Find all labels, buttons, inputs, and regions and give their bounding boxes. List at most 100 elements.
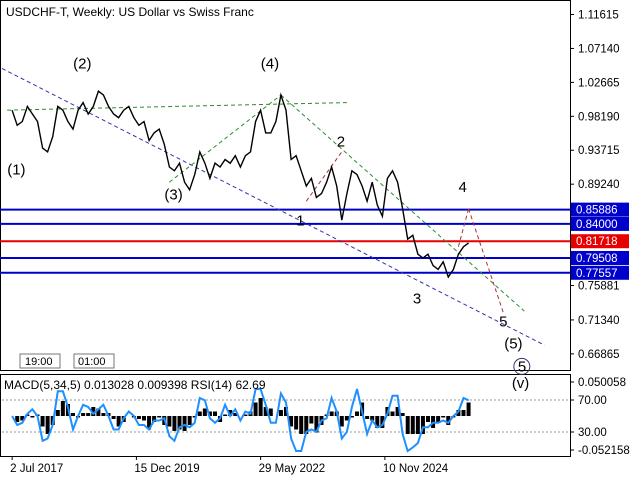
price-line bbox=[11, 90, 470, 279]
macd-bar bbox=[339, 416, 344, 427]
macd-bar bbox=[55, 410, 60, 416]
macd-bar bbox=[187, 416, 192, 425]
macd-bar bbox=[172, 416, 177, 431]
y-tick-label: 0.93715 bbox=[578, 145, 620, 157]
macd-bar bbox=[45, 416, 50, 434]
macd-bar bbox=[344, 416, 349, 421]
wave-label-red: 1 bbox=[296, 212, 304, 229]
x-tick-label: 2 Jul 2017 bbox=[10, 463, 63, 475]
macd-bar bbox=[299, 416, 304, 434]
macd-bar bbox=[142, 416, 146, 421]
macd-bar bbox=[441, 416, 446, 418]
y-tick-label: 0.71340 bbox=[578, 315, 620, 327]
price-level-tag: 0.84000 bbox=[571, 216, 629, 231]
wave-label-red: 5 bbox=[499, 313, 507, 330]
macd-bar bbox=[60, 401, 65, 416]
price-level-tag: 0.77557 bbox=[571, 265, 629, 280]
channel-line-lower[interactable] bbox=[1, 68, 545, 346]
macd-bar bbox=[405, 416, 410, 434]
macd-bar bbox=[253, 402, 258, 416]
wave-label-red: 4 bbox=[459, 179, 467, 196]
timeframe-label: Weekly: bbox=[73, 5, 115, 19]
x-tick-label: 15 Dec 2019 bbox=[134, 463, 199, 475]
svg-text:19:00: 19:00 bbox=[25, 356, 53, 368]
price-level-tag: 0.79508 bbox=[571, 250, 629, 265]
macd-bar bbox=[309, 416, 314, 424]
macd-bar bbox=[355, 411, 359, 416]
macd-bar bbox=[390, 411, 395, 416]
price-series-layer bbox=[11, 90, 470, 279]
y-tick-label: 1.07140 bbox=[578, 43, 620, 55]
svg-text:0.84000: 0.84000 bbox=[576, 219, 618, 231]
price-levels-layer bbox=[0, 208, 570, 274]
macd-bar bbox=[167, 416, 172, 427]
macd-bar bbox=[329, 411, 334, 416]
macd-tick-label: 30.00 bbox=[578, 427, 607, 439]
y-tick-label: 0.98190 bbox=[578, 111, 620, 123]
wave-projection-green[interactable] bbox=[280, 94, 525, 312]
svg-text:0.85886: 0.85886 bbox=[576, 205, 618, 217]
macd-tick-label: 0.050058 bbox=[578, 377, 626, 389]
macd-bar bbox=[365, 416, 370, 419]
svg-text:0.77557: 0.77557 bbox=[576, 268, 618, 280]
trend-lines-layer bbox=[1, 68, 545, 346]
x-tick-label: 29 May 2022 bbox=[259, 463, 326, 475]
macd-bar bbox=[278, 410, 283, 416]
wave-label-green: (3) bbox=[164, 187, 182, 204]
macd-bar bbox=[71, 413, 75, 416]
macd-bar bbox=[426, 416, 430, 422]
chart-header: USDCHF-T, Weekly: US Dollar vs Swiss Fra… bbox=[6, 5, 254, 19]
macd-bar bbox=[101, 413, 106, 416]
symbol-label: USDCHF-T bbox=[6, 5, 68, 19]
macd-bar bbox=[258, 398, 263, 416]
macd-bar bbox=[111, 416, 116, 419]
wave-label-red: 2 bbox=[337, 134, 345, 151]
y-axis: 1.11615 1.07140 1.02665 0.98190 0.93715 0.892… bbox=[570, 10, 620, 361]
x-tick-label: 10 Nov 2024 bbox=[383, 463, 449, 475]
price-level-tag: 0.85886 bbox=[571, 202, 629, 217]
price-tags-layer: 0.85886 0.84000 0.81718 0.79508 0.77557 bbox=[571, 202, 629, 280]
price-level-tag: 0.81718 bbox=[571, 234, 629, 249]
macd-bar bbox=[294, 416, 299, 430]
macd-tick-label: -0.052158 bbox=[578, 445, 630, 457]
macd-rsi-label: MACD(5,34,5) 0.013028 0.009398 RSI(14) 6… bbox=[4, 378, 266, 392]
macd-bar bbox=[202, 408, 207, 416]
macd-bar bbox=[157, 416, 162, 418]
y-tick-label: 1.11615 bbox=[578, 10, 619, 22]
macd-bar bbox=[81, 413, 86, 416]
wave-label-green: (5) bbox=[504, 335, 522, 352]
wave-label-red: 3 bbox=[413, 291, 421, 308]
x-axis: 2 Jul 2017 15 Dec 2019 29 May 2022 10 Nov 2… bbox=[10, 456, 449, 475]
macd-bar bbox=[136, 416, 141, 419]
macd-bar bbox=[40, 416, 45, 427]
chart-canvas: USDCHF-T, Weekly: US Dollar vs Swiss Fra… bbox=[0, 0, 630, 475]
wave-projection-red[interactable] bbox=[305, 151, 343, 202]
y-tick-label: 1.02665 bbox=[578, 77, 620, 89]
macd-bar bbox=[400, 413, 405, 416]
time-button-19[interactable]: 19:00 bbox=[19, 353, 61, 369]
svg-text:01:00: 01:00 bbox=[78, 356, 106, 368]
macd-bar bbox=[86, 413, 91, 416]
macd-bar bbox=[223, 414, 228, 416]
macd-bar bbox=[30, 416, 35, 418]
time-button-01[interactable]: 01:00 bbox=[73, 353, 115, 369]
macd-bar bbox=[415, 416, 420, 434]
wave-projection-green[interactable] bbox=[169, 94, 282, 183]
wave-label-green: (1) bbox=[7, 162, 25, 179]
macd-bar bbox=[410, 416, 415, 434]
macd-bar bbox=[466, 402, 471, 416]
y-tick-label: 0.66865 bbox=[578, 349, 620, 361]
wave-label-final: (v) bbox=[512, 375, 529, 392]
svg-text:0.79508: 0.79508 bbox=[576, 253, 618, 265]
macd-tick-label: 70.00 bbox=[578, 395, 607, 407]
macd-bar bbox=[182, 416, 187, 431]
wave-label-circled: 5 bbox=[518, 358, 526, 375]
macd-bar bbox=[197, 411, 202, 416]
wave-label-green: (2) bbox=[73, 55, 91, 72]
y-tick-label: 0.89240 bbox=[578, 179, 620, 191]
macd-bar bbox=[461, 410, 466, 416]
rsi-line bbox=[11, 388, 470, 453]
y-tick-label: 0.75881 bbox=[578, 280, 620, 292]
instrument-description: US Dollar vs Swiss Franc bbox=[118, 5, 253, 19]
wave-label-green: (4) bbox=[261, 55, 279, 72]
